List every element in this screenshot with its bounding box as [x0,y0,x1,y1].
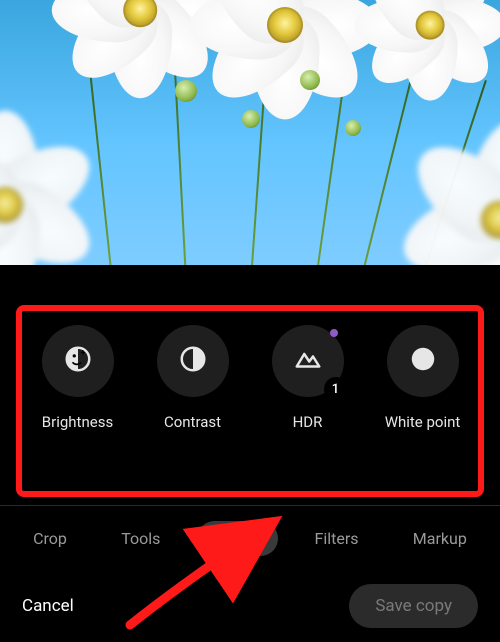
white-point-icon-circle [387,325,459,397]
divider [0,505,500,506]
adjust-option-white-point[interactable]: White point [368,325,478,431]
adjust-option-label: White point [385,413,461,431]
svg-text:+: + [80,348,85,358]
badge-text: 1 [332,382,339,397]
tab-tools[interactable]: Tools [103,521,178,556]
hdr-icon [293,344,323,378]
contrast-icon-circle [157,325,229,397]
tab-crop[interactable]: Crop [15,521,85,556]
tab-filters[interactable]: Filters [297,521,377,556]
adjust-option-label: Brightness [42,413,113,431]
editor-footer: Cancel Save copy [0,584,500,628]
adjust-option-hdr[interactable]: 1 HDR [253,325,363,431]
editor-tabs: Crop Tools Adjust Filters Markup [0,521,500,556]
save-copy-button[interactable]: Save copy [349,584,478,628]
contrast-icon [178,344,208,378]
hdr-icon-circle: 1 [272,325,344,397]
google-one-badge: 1 [324,377,348,401]
white-point-icon [408,344,438,378]
tab-markup[interactable]: Markup [395,521,485,556]
adjust-option-label: Contrast [164,413,221,431]
suggestion-dot-icon [330,329,338,337]
adjust-option-contrast[interactable]: Contrast [138,325,248,431]
editor-panel: + Brightness Contrast 1 [0,265,500,642]
brightness-icon-circle: + [42,325,114,397]
adjust-option-label: HDR [293,413,323,431]
brightness-icon: + [63,344,93,378]
photo-preview [0,0,500,265]
adjust-options-row: + Brightness Contrast 1 [0,315,500,431]
cancel-button[interactable]: Cancel [22,596,74,616]
adjust-option-brightness[interactable]: + Brightness [23,325,133,431]
tab-adjust[interactable]: Adjust [197,521,279,556]
